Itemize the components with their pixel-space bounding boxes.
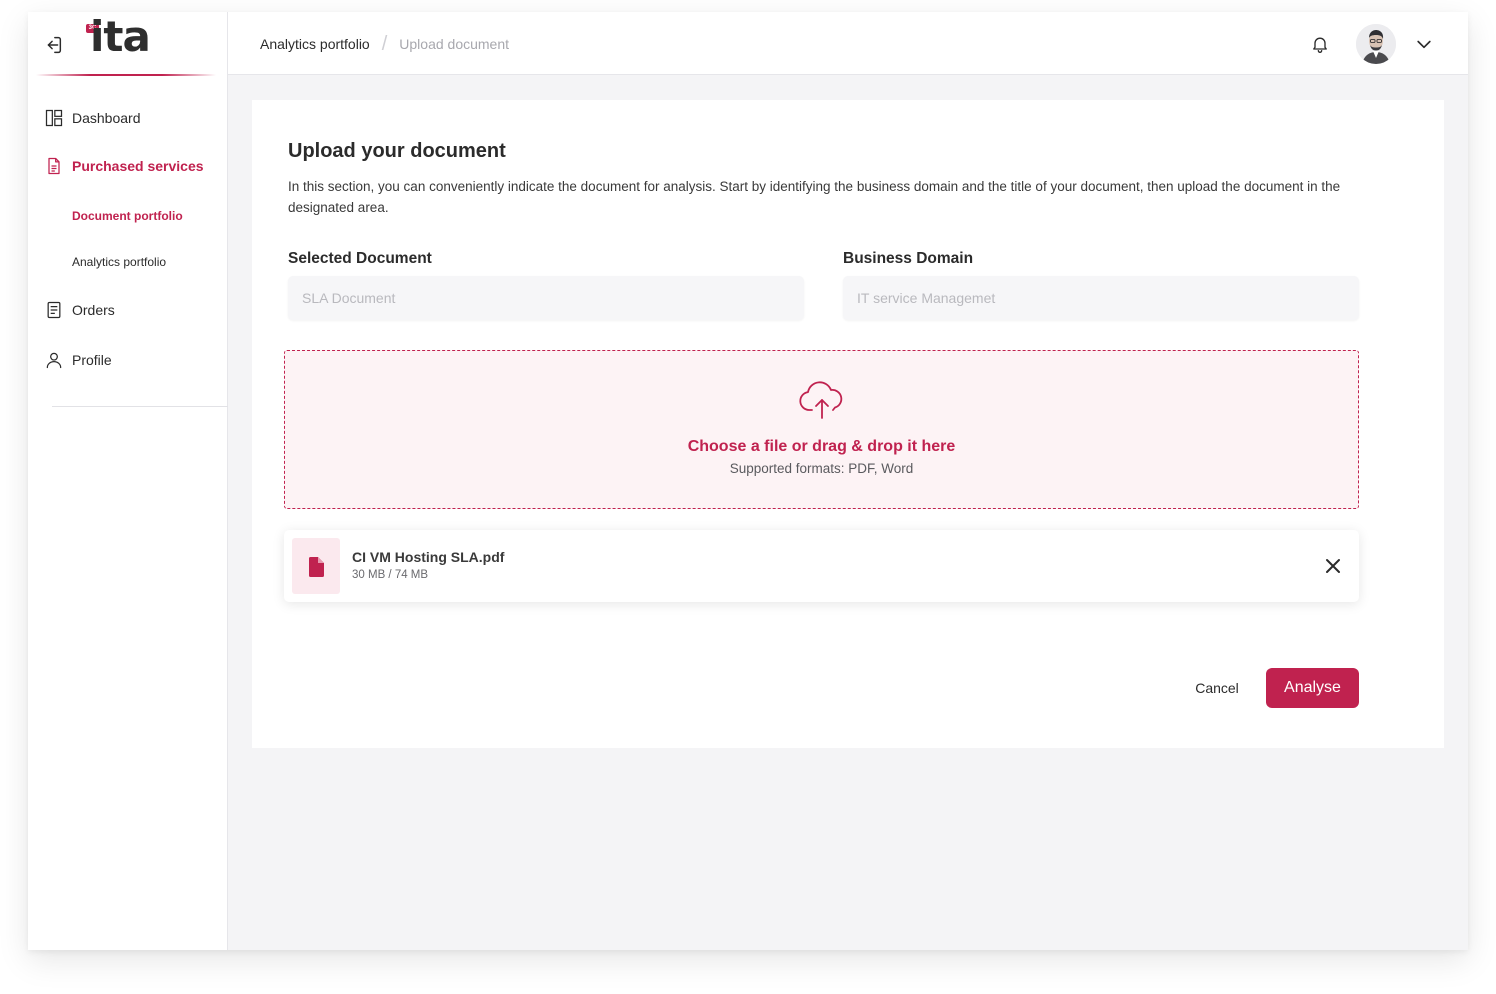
uploaded-file-item: CI VM Hosting SLA.pdf 30 MB / 74 MB bbox=[284, 530, 1359, 602]
sidebar-item-label: Dashboard bbox=[72, 110, 141, 126]
sidebar-divider bbox=[52, 406, 228, 407]
sidebar-item-label: Purchased services bbox=[72, 158, 204, 174]
logo-row: 3C ita bbox=[28, 12, 228, 76]
file-thumbnail bbox=[292, 538, 340, 594]
document-icon bbox=[48, 157, 60, 175]
logout-icon[interactable] bbox=[42, 34, 64, 56]
sidebar-item-dashboard[interactable]: Dashboard bbox=[44, 108, 141, 128]
dropzone-title: Choose a file or drag & drop it here bbox=[687, 438, 956, 455]
breadcrumb-upload-document: Upload document bbox=[399, 36, 510, 52]
breadcrumb-separator: / bbox=[381, 33, 388, 55]
sidebar: 3C ita Dashboard Purchased services Docu… bbox=[28, 12, 228, 950]
user-icon bbox=[46, 352, 62, 369]
avatar[interactable] bbox=[1356, 24, 1396, 64]
bell-icon[interactable] bbox=[1310, 34, 1330, 54]
breadcrumb: Analytics portfolio / Upload document bbox=[260, 33, 510, 55]
top-bar: Analytics portfolio / Upload document bbox=[228, 12, 1468, 75]
file-name: CI VM Hosting SLA.pdf bbox=[352, 549, 505, 565]
business-domain-input[interactable] bbox=[843, 276, 1359, 320]
sidebar-item-document-portfolio[interactable]: Document portfolio bbox=[72, 209, 183, 223]
dropzone-subtitle: Supported formats: PDF, Word bbox=[729, 461, 914, 476]
sidebar-item-analytics-portfolio[interactable]: Analytics portfolio bbox=[72, 255, 166, 269]
cancel-button[interactable]: Cancel bbox=[1180, 668, 1254, 708]
page-title: Upload your document bbox=[288, 140, 506, 162]
analyse-button[interactable]: Analyse bbox=[1266, 668, 1359, 708]
selected-document-input[interactable] bbox=[288, 276, 804, 320]
breadcrumb-analytics-portfolio[interactable]: Analytics portfolio bbox=[260, 36, 370, 52]
cloud-upload-icon bbox=[799, 381, 843, 419]
app-window: 3C ita Dashboard Purchased services Docu… bbox=[28, 12, 1468, 950]
page-description: In this section, you can conveniently in… bbox=[288, 179, 1341, 215]
dashboard-icon bbox=[45, 109, 63, 127]
orders-icon bbox=[47, 301, 61, 319]
sidebar-item-label: Orders bbox=[72, 302, 115, 318]
sidebar-item-orders[interactable]: Orders bbox=[44, 300, 115, 320]
avatar-image bbox=[1356, 24, 1396, 64]
sidebar-item-label: Profile bbox=[72, 352, 112, 368]
logo-text: ita bbox=[90, 12, 151, 61]
chevron-down-icon[interactable] bbox=[1414, 34, 1434, 54]
business-domain-label: Business Domain bbox=[843, 250, 974, 267]
file-icon bbox=[309, 557, 324, 577]
file-dropzone[interactable]: Choose a file or drag & drop it here Sup… bbox=[284, 350, 1359, 509]
logo-underline bbox=[36, 74, 216, 76]
sidebar-item-purchased-services[interactable]: Purchased services bbox=[44, 156, 204, 176]
selected-document-label: Selected Document bbox=[288, 250, 432, 267]
close-icon[interactable] bbox=[1324, 557, 1342, 575]
upload-card: Upload your document In this section, yo… bbox=[252, 100, 1444, 748]
logo: 3C ita bbox=[86, 12, 176, 64]
file-size: 30 MB / 74 MB bbox=[352, 569, 429, 581]
sidebar-item-profile[interactable]: Profile bbox=[44, 350, 112, 370]
